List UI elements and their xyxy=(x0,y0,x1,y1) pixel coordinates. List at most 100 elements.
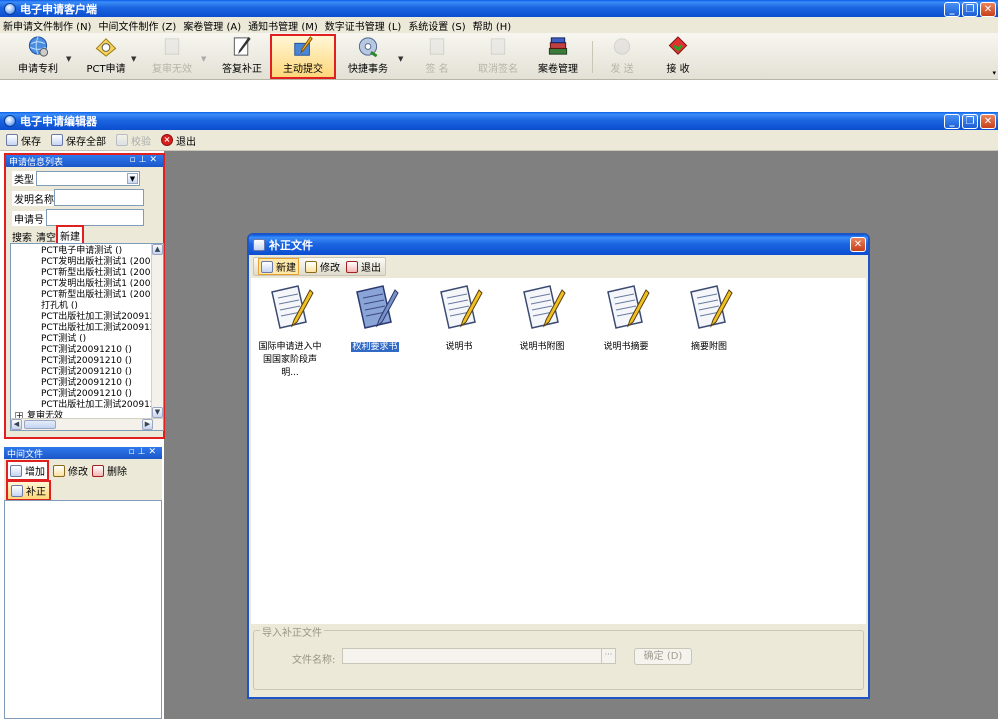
menu-system-settings[interactable]: 系统设置 (S) xyxy=(408,18,465,33)
send-button[interactable]: 发 送 xyxy=(598,35,646,77)
save-all-button[interactable]: 保存全部 xyxy=(51,133,106,148)
import-correction-group: 导入补正文件 文件名称: ··· 确定 (D) xyxy=(253,624,864,690)
pct-apply-button[interactable]: PCT申请 xyxy=(80,35,132,77)
exit-button[interactable]: × 退出 xyxy=(161,133,196,148)
maximize-button[interactable]: ❐ xyxy=(962,2,978,17)
correction-button[interactable]: 补正 xyxy=(6,480,51,501)
reply-correction-button[interactable]: 答复补正 xyxy=(216,35,268,77)
dialog-modify-button[interactable]: 修改 xyxy=(305,259,340,274)
document-item[interactable]: 摘要附图 xyxy=(674,282,744,352)
tree-item[interactable]: PCT新型出版社测试1 (2008 xyxy=(41,268,156,279)
import-group-legend: 导入补正文件 xyxy=(260,624,324,639)
search-button[interactable]: 搜索 xyxy=(12,229,32,244)
type-select[interactable]: ▼ xyxy=(36,171,140,186)
document-pen-icon xyxy=(271,285,314,329)
main-window-title: 电子申请客户端 xyxy=(20,2,97,16)
file-name-input[interactable] xyxy=(342,648,616,664)
dialog-title-bar[interactable]: 补正文件 ✕ xyxy=(249,235,868,255)
scroll-thumb[interactable] xyxy=(24,420,56,429)
editor-minimize-button[interactable]: _ xyxy=(944,114,960,129)
panel-dock-buttons[interactable]: ▫⊥✕ xyxy=(130,155,160,165)
tree-item[interactable]: PCT测试20091210 () xyxy=(41,356,132,367)
invention-name-input[interactable] xyxy=(54,189,144,206)
browse-button[interactable]: ··· xyxy=(601,648,616,664)
active-submit-button[interactable]: 主动提交 xyxy=(270,34,336,79)
tree-item[interactable]: PCT新型出版社测试1 (2008 xyxy=(41,290,156,301)
editor-title-bar[interactable]: 电子申请编辑器 _ ❐ ✕ xyxy=(0,112,998,130)
application-number-input[interactable] xyxy=(46,209,144,226)
validate-button[interactable]: 校验 xyxy=(116,133,151,148)
document-label: 权利要求书 xyxy=(351,342,399,352)
tree-vertical-scrollbar[interactable]: ▲ ▼ xyxy=(151,244,163,418)
document-item[interactable]: 国际申请进入中国国家阶段声明... xyxy=(255,282,325,378)
scroll-right-icon[interactable]: ▶ xyxy=(142,419,153,430)
delete-button[interactable]: 删除 xyxy=(92,463,127,478)
document-item[interactable]: 说明书附图 xyxy=(507,282,577,352)
panel-dock-buttons[interactable]: ▫⊥✕ xyxy=(129,447,159,457)
modify-button[interactable]: 修改 xyxy=(53,463,88,478)
tree-item[interactable]: 打孔机 () xyxy=(41,301,78,312)
tree-item[interactable]: PCT发明出版社测试1 (2008 xyxy=(41,257,156,268)
globe-gear-icon xyxy=(28,36,49,57)
middle-file-list[interactable] xyxy=(4,500,162,719)
review-invalid-button[interactable]: 复审无效 xyxy=(146,35,198,77)
menu-intermediate-file[interactable]: 中间文件制作 (Z) xyxy=(98,18,176,33)
dropdown-arrow-icon[interactable]: ▼ xyxy=(201,55,206,63)
editor-title: 电子申请编辑器 xyxy=(20,115,97,128)
tree-item[interactable]: PCT测试20091210 () xyxy=(41,345,132,356)
scroll-down-icon[interactable]: ▼ xyxy=(152,407,163,418)
tree-item[interactable]: PCT出版社加工测试200912 xyxy=(41,400,156,411)
chevron-down-icon[interactable]: ▼ xyxy=(127,173,138,184)
dialog-new-button[interactable]: 新建 xyxy=(258,258,299,275)
dialog-exit-button[interactable]: 退出 xyxy=(346,259,381,274)
menu-case-management[interactable]: 案卷管理 (A) xyxy=(183,18,241,33)
editor-close-button[interactable]: ✕ xyxy=(980,114,996,129)
main-title-bar[interactable]: 电子申请客户端 _ ❐ ✕ xyxy=(0,0,998,17)
tree-item[interactable]: PCT发明出版社测试1 (2008 xyxy=(41,279,156,290)
menu-certificate-management[interactable]: 数字证书管理 (L) xyxy=(325,18,402,33)
dropdown-arrow-icon[interactable]: ▼ xyxy=(131,55,136,63)
close-button[interactable]: ✕ xyxy=(980,2,996,17)
add-document-icon xyxy=(10,464,22,477)
toolbar-overflow-icon[interactable]: ▾ xyxy=(992,69,996,77)
save-all-label: 保存全部 xyxy=(66,136,106,148)
dropdown-arrow-icon[interactable]: ▼ xyxy=(66,55,71,63)
document-item[interactable]: 权利要求书 xyxy=(340,282,410,352)
sign-button[interactable]: 签 名 xyxy=(412,35,462,77)
editor-maximize-button[interactable]: ❐ xyxy=(962,114,978,129)
tree-item[interactable]: PCT测试20091210 () xyxy=(41,378,132,389)
scroll-up-icon[interactable]: ▲ xyxy=(152,244,163,255)
tree-item[interactable]: PCT出版社加工测试200912 xyxy=(41,323,156,334)
quick-tasks-button[interactable]: 快捷事务 xyxy=(342,35,394,77)
save-button[interactable]: 保存 xyxy=(6,133,41,148)
dialog-close-button[interactable]: ✕ xyxy=(850,237,866,252)
document-label: 说明书摘要 xyxy=(603,342,649,352)
case-management-button[interactable]: 案卷管理 xyxy=(532,35,584,77)
tree-item[interactable]: PCT测试20091210 () xyxy=(41,389,132,400)
tree-item[interactable]: PCT出版社加工测试200912 xyxy=(41,312,156,323)
tree-horizontal-scrollbar[interactable]: ◀ ▶ xyxy=(11,418,163,430)
apply-patent-button[interactable]: 申请专利 xyxy=(12,35,64,77)
new-document-icon xyxy=(261,260,273,273)
editor-toolbar: 保存 保存全部 校验 × 退出 xyxy=(0,130,998,151)
dropdown-arrow-icon[interactable]: ▼ xyxy=(398,55,403,63)
ok-button[interactable]: 确定 (D) xyxy=(634,648,692,665)
panel-title: 中间文件 xyxy=(7,449,44,460)
tree-item[interactable]: PCT测试 () xyxy=(41,334,86,345)
receive-button[interactable]: 接 收 xyxy=(654,35,702,77)
add-button[interactable]: 增加 xyxy=(6,460,49,481)
document-item[interactable]: 说明书 xyxy=(424,282,494,352)
tree-item[interactable]: PCT电子申请测试 () xyxy=(41,246,122,257)
minimize-button[interactable]: _ xyxy=(944,2,960,17)
application-tree[interactable]: PCT电子申请测试 () PCT发明出版社测试1 (2008 PCT新型出版社测… xyxy=(10,243,164,431)
clear-button[interactable]: 清空 xyxy=(36,229,56,244)
menu-notice-management[interactable]: 通知书管理 (M) xyxy=(248,18,318,33)
document-list: 国际申请进入中国国家阶段声明... 权利要求书 说明书 说明书附图 说明书摘要 … xyxy=(251,278,866,624)
exit-icon xyxy=(346,260,358,273)
menu-new-application[interactable]: 新申请文件制作 (N) xyxy=(3,18,91,33)
scroll-left-icon[interactable]: ◀ xyxy=(11,419,22,430)
menu-help[interactable]: 帮助 (H) xyxy=(473,18,512,33)
document-item[interactable]: 说明书摘要 xyxy=(591,282,661,352)
cancel-sign-button[interactable]: 取消签名 xyxy=(470,35,526,77)
tree-item[interactable]: PCT测试20091210 () xyxy=(41,367,132,378)
